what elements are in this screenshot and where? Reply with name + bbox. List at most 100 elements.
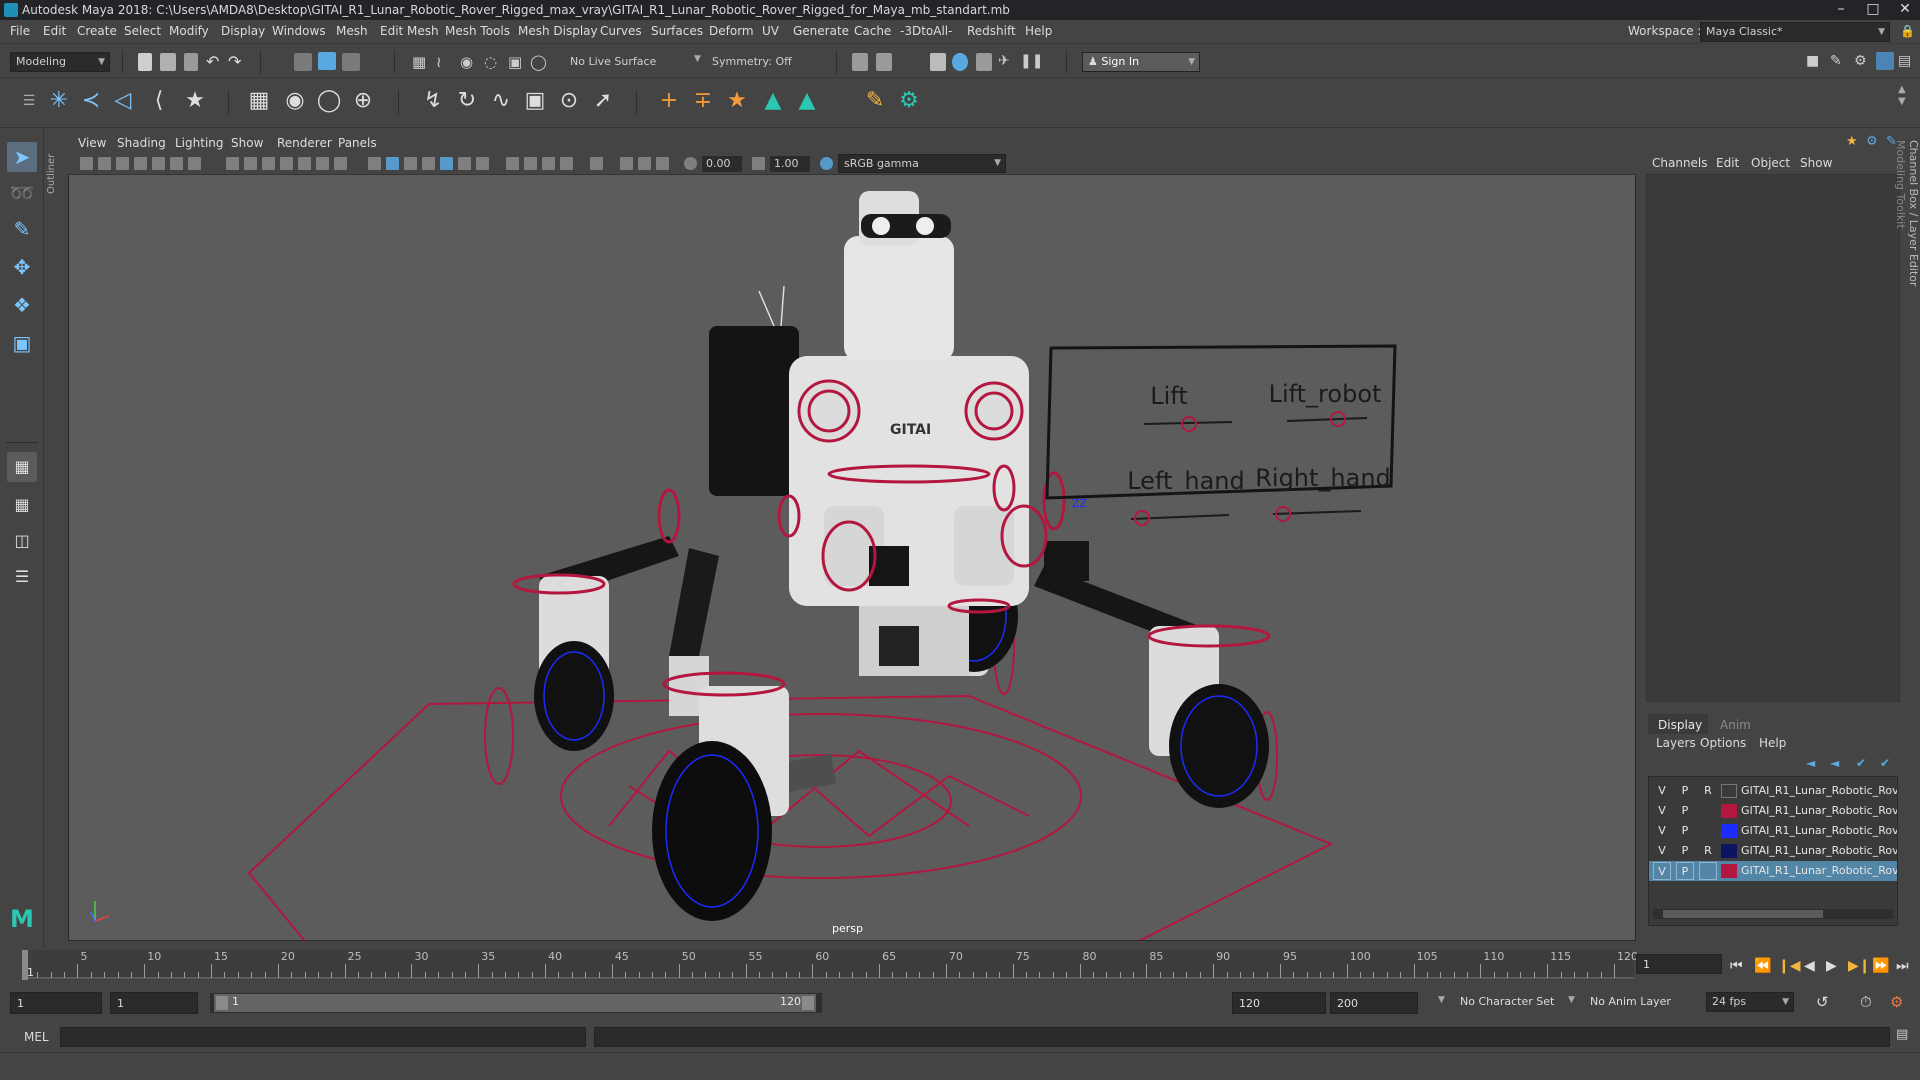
shelf-locator-icon[interactable]: +	[654, 86, 684, 116]
snap-point-icon[interactable]: ◉	[460, 53, 478, 71]
backface-culling-icon[interactable]	[656, 157, 669, 170]
tab-display-layers[interactable]: Display	[1658, 718, 1702, 732]
gamma-field[interactable]: 1.00	[770, 156, 810, 172]
viewport-menu-show[interactable]: Show	[231, 136, 263, 150]
chevron-down-icon[interactable]: ▼	[1568, 995, 1575, 1005]
channel-box-menu-object[interactable]: Object	[1751, 156, 1790, 170]
script-editor-icon[interactable]: ▤	[1896, 1027, 1914, 1045]
move-tool-icon[interactable]: ✥	[7, 252, 37, 282]
shelf-paint-weights-icon[interactable]: ▣	[520, 86, 550, 116]
pause-icon[interactable]: ❚❚	[1020, 53, 1043, 71]
viewport-menu-lighting[interactable]: Lighting	[175, 136, 224, 150]
channel-box-menu-show[interactable]: Show	[1800, 156, 1832, 170]
channel-box-toggle-icon[interactable]	[1876, 52, 1894, 70]
restore-button[interactable]: □	[1858, 0, 1888, 20]
shelf-star-icon[interactable]: ✳	[44, 86, 74, 116]
layer-reference-toggle[interactable]	[1699, 862, 1717, 880]
scene-start-field[interactable]: 1	[10, 992, 102, 1014]
go-to-end-icon[interactable]: ⏭	[1896, 958, 1909, 974]
layer-row[interactable]: V P R GITAI_R1_Lunar_Robotic_Rover	[1649, 781, 1897, 801]
range-start-handle[interactable]	[216, 996, 228, 1010]
layer-visibility-toggle[interactable]: V	[1653, 842, 1671, 860]
channel-box-menu-edit[interactable]: Edit	[1716, 156, 1739, 170]
select-component-icon[interactable]	[342, 53, 360, 71]
screen-space-ao-icon[interactable]	[506, 157, 519, 170]
safe-title-icon[interactable]	[334, 157, 347, 170]
new-empty-layer-icon[interactable]: ✔	[1856, 756, 1866, 770]
workspace-dropdown[interactable]: Maya Classic* ▼	[1700, 22, 1890, 42]
layer-reference-toggle[interactable]	[1699, 822, 1717, 840]
shelf-cluster-icon[interactable]: ⊙	[554, 86, 584, 116]
layer-editor-toggle-icon[interactable]: ▤	[1898, 53, 1916, 71]
menu-curves[interactable]: Curves	[600, 24, 642, 38]
shelf-scroll-icon[interactable]: ▲ ▼	[1898, 84, 1906, 108]
shelf-sphere-icon[interactable]: ◉	[280, 86, 310, 116]
menu-mesh-display[interactable]: Mesh Display	[518, 24, 598, 38]
shelf-humanik-icon[interactable]: ★	[722, 86, 752, 116]
pencil-icon[interactable]	[188, 157, 201, 170]
character-set-label[interactable]: No Character Set	[1460, 995, 1554, 1008]
select-tool-icon[interactable]: ➤	[7, 142, 37, 172]
gate-mask-icon[interactable]	[280, 157, 293, 170]
safe-action-icon[interactable]	[316, 157, 329, 170]
layer-row[interactable]: V P GITAI_R1_Lunar_Robotic_Rover	[1649, 801, 1897, 821]
menu-surfaces[interactable]: Surfaces	[651, 24, 703, 38]
menu-select[interactable]: Select	[124, 24, 161, 38]
play-forwards-icon[interactable]: ▶	[1826, 958, 1837, 974]
layer-name[interactable]: GITAI_R1_Lunar_Robotic_Rover	[1741, 801, 1897, 821]
layer-visibility-toggle[interactable]: V	[1653, 782, 1671, 800]
sign-in-button[interactable]: ♟ Sign In ▼	[1082, 52, 1200, 72]
lock-icon[interactable]: 🔒	[1900, 24, 1915, 38]
render-view-icon[interactable]	[952, 53, 968, 71]
channel-box-menu-channels[interactable]: Channels	[1652, 156, 1708, 170]
menu-edit[interactable]: Edit	[43, 24, 66, 38]
layer-reference-toggle[interactable]: R	[1699, 782, 1717, 800]
chevron-down-icon[interactable]: ▼	[694, 54, 701, 64]
isolate-select-icon[interactable]	[590, 157, 603, 170]
menu-cache[interactable]: Cache	[854, 24, 891, 38]
shelf-curve-tool-icon[interactable]: ≺	[76, 86, 106, 116]
menu-deform[interactable]: Deform	[709, 24, 754, 38]
menu-windows[interactable]: Windows	[272, 24, 326, 38]
layer-reference-toggle[interactable]: R	[1699, 842, 1717, 860]
color-management-icon[interactable]	[820, 157, 833, 170]
scene-end-field[interactable]: 200	[1330, 992, 1418, 1014]
layer-name[interactable]: GITAI_R1_Lunar_Robotic_Rover	[1741, 861, 1897, 881]
range-slider-handle[interactable]: 1 120	[214, 994, 816, 1012]
channel-box-pin-icon[interactable]: ★	[1846, 134, 1858, 149]
undo-icon[interactable]: ↶	[206, 53, 224, 71]
shelf-bind-skin-icon[interactable]: ∿	[486, 86, 516, 116]
viewport-menu-renderer[interactable]: Renderer	[277, 136, 332, 150]
play-backwards-icon[interactable]: ◀	[1804, 958, 1815, 974]
snap-grid-icon[interactable]: ▦	[412, 53, 430, 71]
command-input[interactable]	[60, 1027, 586, 1047]
wireframe-icon[interactable]	[368, 157, 381, 170]
layer-playback-toggle[interactable]: P	[1676, 842, 1694, 860]
exposure-field[interactable]: 0.00	[702, 156, 742, 172]
shelf-script-icon[interactable]: ✎	[860, 86, 890, 116]
menu-3dtoall[interactable]: -3DtoAll-	[900, 24, 952, 38]
exposure-icon[interactable]	[684, 157, 697, 170]
outliner-tab[interactable]: Outliner	[46, 134, 60, 194]
menu-edit-mesh[interactable]: Edit Mesh	[380, 24, 439, 38]
menu-create[interactable]: Create	[77, 24, 117, 38]
tab-anim-layers[interactable]: Anim	[1720, 718, 1751, 732]
step-forward-key-icon[interactable]: ⏩	[1872, 958, 1889, 974]
scene-3d-view[interactable]: GITAI ZZ Lift Lift_robot Left_hand Right…	[69, 176, 1636, 941]
menu-modify[interactable]: Modify	[169, 24, 209, 38]
layer-menu-layers[interactable]: Layers	[1656, 736, 1696, 750]
auto-key-icon[interactable]: ⏱	[1860, 993, 1872, 1011]
smooth-shade-icon[interactable]	[386, 157, 399, 170]
viewport-menu-shading[interactable]: Shading	[117, 136, 166, 150]
fps-dropdown[interactable]: 24 fps ▼	[1706, 992, 1794, 1012]
viewport-panel[interactable]: GITAI ZZ Lift Lift_robot Left_hand Right…	[68, 133, 1636, 941]
camera-attributes-icon[interactable]	[98, 157, 111, 170]
gamma-icon[interactable]	[752, 157, 765, 170]
select-hierarchy-icon[interactable]	[294, 53, 312, 71]
lasso-tool-icon[interactable]: ➿	[7, 178, 37, 208]
current-time-marker[interactable]	[22, 950, 28, 980]
playback-start-field[interactable]: 1	[110, 992, 198, 1014]
outliner-pane-icon[interactable]: ☰	[7, 562, 37, 592]
single-pane-icon[interactable]: ▦	[7, 452, 37, 482]
multisample-icon[interactable]	[542, 157, 555, 170]
